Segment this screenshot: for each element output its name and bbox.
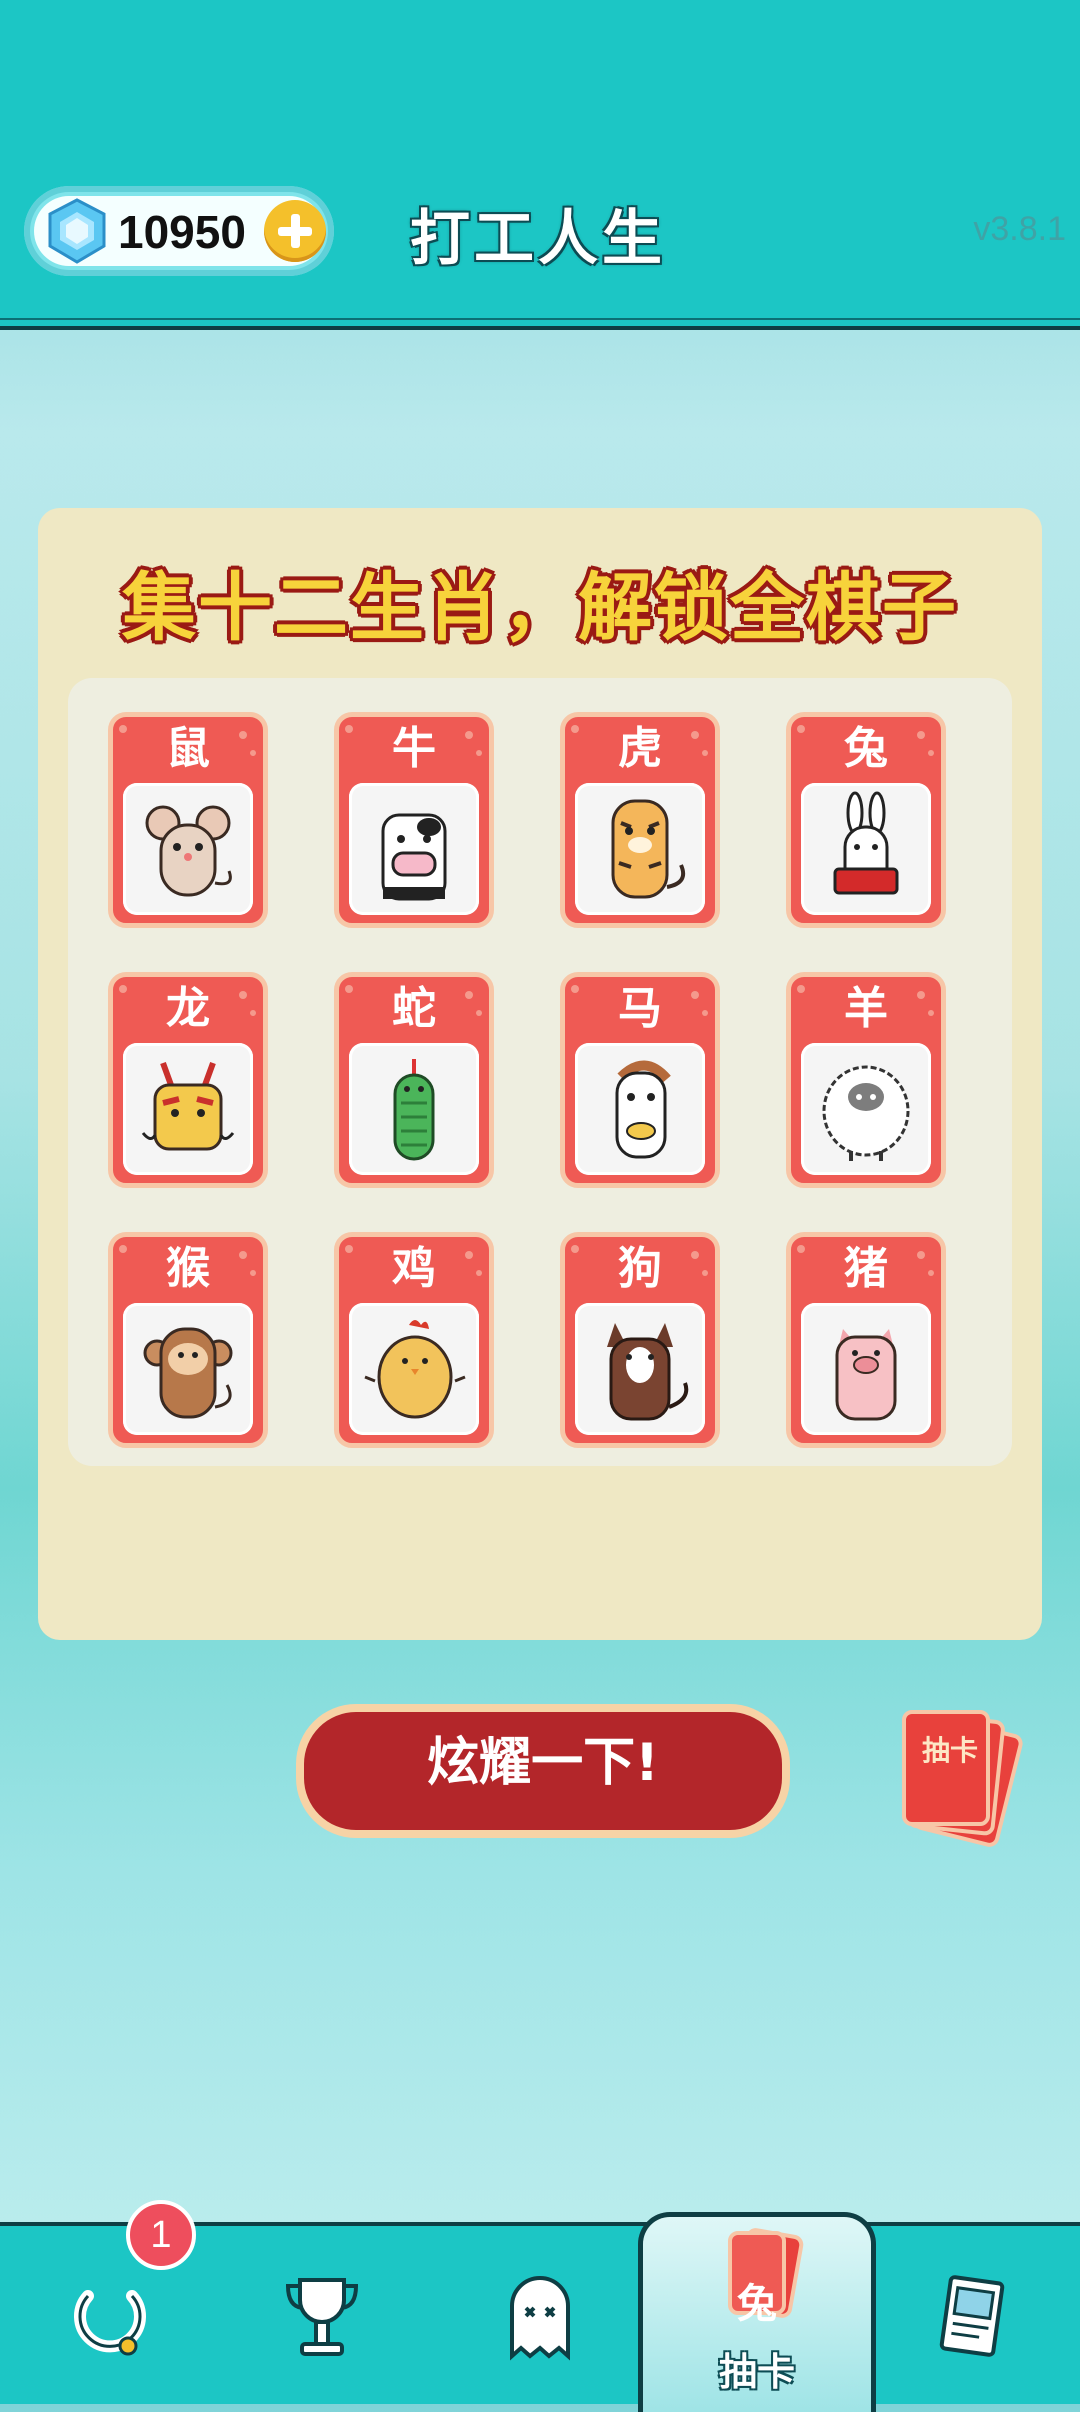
show-off-button[interactable]: 炫耀一下! <box>296 1704 790 1838</box>
add-gems-button[interactable] <box>264 200 326 262</box>
nav-draw-card-label: 抽卡 <box>718 2350 795 2394</box>
zodiac-name: 龙 <box>166 983 210 1034</box>
zodiac-card-dragon[interactable]: 龙 <box>108 972 268 1188</box>
monkey-icon <box>143 1327 233 1419</box>
zodiac-name: 兔 <box>844 723 888 774</box>
rat-icon <box>145 805 232 897</box>
zodiac-card-horse[interactable]: 马 <box>560 972 720 1188</box>
gem-icon <box>48 198 106 264</box>
gem-balance[interactable]: 10950 <box>24 186 334 276</box>
draw-card-deck[interactable]: 抽卡 <box>900 1708 1025 1849</box>
zodiac-card-rabbit[interactable]: 兔 <box>786 712 946 928</box>
draw-card-label: 抽卡 <box>921 1734 978 1767</box>
zodiac-name: 蛇 <box>392 983 436 1034</box>
zodiac-name: 猪 <box>844 1243 888 1294</box>
nav-book[interactable] <box>864 2226 1080 2404</box>
trophy-icon <box>285 2278 359 2356</box>
zodiac-name: 鸡 <box>392 1243 436 1294</box>
version-label: v3.8.1 <box>973 210 1066 248</box>
bottom-nav: 1 兔 抽卡 <box>0 2200 1080 2412</box>
zodiac-name: 牛 <box>392 723 436 774</box>
zodiac-card-snake[interactable]: 蛇 <box>334 972 494 1188</box>
show-off-label: 炫耀一下! <box>427 1733 659 1793</box>
zodiac-card-dog[interactable]: 狗 <box>560 1232 720 1448</box>
rabbit-icon <box>833 791 899 895</box>
pig-icon <box>835 1329 897 1421</box>
ghost-icon <box>510 2276 570 2361</box>
page-title: 打工人生 <box>410 204 666 274</box>
zodiac-name: 虎 <box>618 723 662 774</box>
zodiac-card-monkey[interactable]: 猴 <box>108 1232 268 1448</box>
zodiac-card-chicken[interactable]: 鸡 <box>334 1232 494 1448</box>
zodiac-card-cow[interactable]: 牛 <box>334 712 494 928</box>
nav-spin[interactable]: 1 <box>0 2200 216 2404</box>
zodiac-card-pig[interactable]: 猪 <box>786 1232 946 1448</box>
dog-icon <box>607 1323 689 1421</box>
nav-ghost[interactable] <box>432 2226 648 2404</box>
chicken-icon <box>364 1320 466 1419</box>
zodiac-name: 狗 <box>618 1243 662 1294</box>
sheep-icon <box>822 1065 910 1161</box>
panel-title: 集十二生肖，解锁全棋子 <box>122 565 958 651</box>
book-icon <box>939 2275 1005 2357</box>
zodiac-name: 羊 <box>844 983 888 1034</box>
spin-icon <box>74 2290 146 2356</box>
cow-icon <box>381 813 447 901</box>
card-draw-icon-label: 兔 <box>737 2281 777 2327</box>
tiger-icon <box>611 799 686 899</box>
zodiac-card-rat[interactable]: 鼠 <box>108 712 268 928</box>
notification-badge: 1 <box>126 2200 196 2270</box>
gem-count: 10950 <box>118 206 246 258</box>
zodiac-name: 鼠 <box>166 723 210 774</box>
dragon-icon <box>141 1061 235 1151</box>
zodiac-name: 猴 <box>166 1243 210 1294</box>
snake-icon <box>393 1059 435 1161</box>
nav-trophy[interactable] <box>214 2226 430 2404</box>
zodiac-grid: 鼠 牛 虎 兔 龙 蛇 马 羊 猴 鸡 狗 猪 <box>68 678 1012 1466</box>
zodiac-name: 马 <box>618 983 662 1034</box>
top-bar: 10950 打工人生 v3.8.1 <box>0 0 1080 330</box>
zodiac-card-sheep[interactable]: 羊 <box>786 972 946 1188</box>
zodiac-card-tiger[interactable]: 虎 <box>560 712 720 928</box>
zodiac-panel: 集十二生肖，解锁全棋子 鼠 牛 虎 兔 龙 蛇 马 羊 猴 鸡 狗 猪 <box>38 508 1042 1640</box>
nav-draw-card[interactable]: 兔 抽卡 <box>638 2212 876 2412</box>
horse-icon <box>615 1060 671 1159</box>
